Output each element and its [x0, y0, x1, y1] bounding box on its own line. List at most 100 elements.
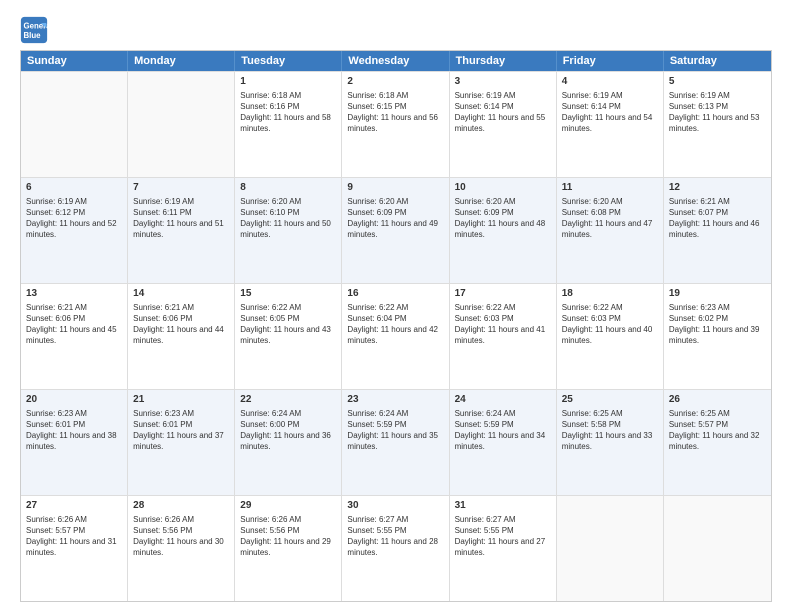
calendar-cell	[664, 496, 771, 601]
day-number: 5	[669, 75, 766, 89]
calendar-cell: 20Sunrise: 6:23 AMSunset: 6:01 PMDayligh…	[21, 390, 128, 495]
day-number: 26	[669, 393, 766, 407]
cell-details: Sunrise: 6:26 AMSunset: 5:56 PMDaylight:…	[240, 514, 336, 559]
calendar-week: 13Sunrise: 6:21 AMSunset: 6:06 PMDayligh…	[21, 283, 771, 389]
day-number: 10	[455, 181, 551, 195]
calendar-cell: 15Sunrise: 6:22 AMSunset: 6:05 PMDayligh…	[235, 284, 342, 389]
day-number: 8	[240, 181, 336, 195]
calendar-cell: 4Sunrise: 6:19 AMSunset: 6:14 PMDaylight…	[557, 72, 664, 177]
cell-details: Sunrise: 6:18 AMSunset: 6:15 PMDaylight:…	[347, 90, 443, 135]
cell-details: Sunrise: 6:20 AMSunset: 6:08 PMDaylight:…	[562, 196, 658, 241]
day-number: 17	[455, 287, 551, 301]
calendar-header-cell: Monday	[128, 51, 235, 71]
cell-details: Sunrise: 6:19 AMSunset: 6:14 PMDaylight:…	[562, 90, 658, 135]
calendar-cell: 16Sunrise: 6:22 AMSunset: 6:04 PMDayligh…	[342, 284, 449, 389]
calendar-week: 20Sunrise: 6:23 AMSunset: 6:01 PMDayligh…	[21, 389, 771, 495]
day-number: 29	[240, 499, 336, 513]
cell-details: Sunrise: 6:25 AMSunset: 5:58 PMDaylight:…	[562, 408, 658, 453]
calendar: SundayMondayTuesdayWednesdayThursdayFrid…	[20, 50, 772, 602]
calendar-cell: 25Sunrise: 6:25 AMSunset: 5:58 PMDayligh…	[557, 390, 664, 495]
day-number: 31	[455, 499, 551, 513]
cell-details: Sunrise: 6:19 AMSunset: 6:12 PMDaylight:…	[26, 196, 122, 241]
cell-details: Sunrise: 6:22 AMSunset: 6:03 PMDaylight:…	[455, 302, 551, 347]
calendar-cell: 2Sunrise: 6:18 AMSunset: 6:15 PMDaylight…	[342, 72, 449, 177]
calendar-cell: 7Sunrise: 6:19 AMSunset: 6:11 PMDaylight…	[128, 178, 235, 283]
day-number: 16	[347, 287, 443, 301]
cell-details: Sunrise: 6:26 AMSunset: 5:56 PMDaylight:…	[133, 514, 229, 559]
calendar-cell: 8Sunrise: 6:20 AMSunset: 6:10 PMDaylight…	[235, 178, 342, 283]
calendar-cell: 11Sunrise: 6:20 AMSunset: 6:08 PMDayligh…	[557, 178, 664, 283]
calendar-cell: 6Sunrise: 6:19 AMSunset: 6:12 PMDaylight…	[21, 178, 128, 283]
calendar-header-cell: Wednesday	[342, 51, 449, 71]
calendar-cell: 21Sunrise: 6:23 AMSunset: 6:01 PMDayligh…	[128, 390, 235, 495]
day-number: 23	[347, 393, 443, 407]
day-number: 4	[562, 75, 658, 89]
cell-details: Sunrise: 6:23 AMSunset: 6:01 PMDaylight:…	[133, 408, 229, 453]
calendar-cell: 30Sunrise: 6:27 AMSunset: 5:55 PMDayligh…	[342, 496, 449, 601]
cell-details: Sunrise: 6:21 AMSunset: 6:06 PMDaylight:…	[26, 302, 122, 347]
calendar-week: 6Sunrise: 6:19 AMSunset: 6:12 PMDaylight…	[21, 177, 771, 283]
calendar-cell: 19Sunrise: 6:23 AMSunset: 6:02 PMDayligh…	[664, 284, 771, 389]
calendar-header-row: SundayMondayTuesdayWednesdayThursdayFrid…	[21, 51, 771, 71]
cell-details: Sunrise: 6:19 AMSunset: 6:13 PMDaylight:…	[669, 90, 766, 135]
day-number: 14	[133, 287, 229, 301]
cell-details: Sunrise: 6:25 AMSunset: 5:57 PMDaylight:…	[669, 408, 766, 453]
day-number: 2	[347, 75, 443, 89]
calendar-cell	[557, 496, 664, 601]
day-number: 11	[562, 181, 658, 195]
calendar-cell: 24Sunrise: 6:24 AMSunset: 5:59 PMDayligh…	[450, 390, 557, 495]
cell-details: Sunrise: 6:24 AMSunset: 5:59 PMDaylight:…	[455, 408, 551, 453]
day-number: 28	[133, 499, 229, 513]
day-number: 30	[347, 499, 443, 513]
cell-details: Sunrise: 6:22 AMSunset: 6:03 PMDaylight:…	[562, 302, 658, 347]
day-number: 7	[133, 181, 229, 195]
day-number: 15	[240, 287, 336, 301]
calendar-cell: 26Sunrise: 6:25 AMSunset: 5:57 PMDayligh…	[664, 390, 771, 495]
page: General Blue SundayMondayTuesdayWednesda…	[0, 0, 792, 612]
calendar-cell: 9Sunrise: 6:20 AMSunset: 6:09 PMDaylight…	[342, 178, 449, 283]
svg-text:Blue: Blue	[24, 31, 42, 40]
cell-details: Sunrise: 6:23 AMSunset: 6:01 PMDaylight:…	[26, 408, 122, 453]
cell-details: Sunrise: 6:21 AMSunset: 6:07 PMDaylight:…	[669, 196, 766, 241]
day-number: 13	[26, 287, 122, 301]
day-number: 3	[455, 75, 551, 89]
cell-details: Sunrise: 6:19 AMSunset: 6:14 PMDaylight:…	[455, 90, 551, 135]
cell-details: Sunrise: 6:19 AMSunset: 6:11 PMDaylight:…	[133, 196, 229, 241]
calendar-cell: 10Sunrise: 6:20 AMSunset: 6:09 PMDayligh…	[450, 178, 557, 283]
cell-details: Sunrise: 6:21 AMSunset: 6:06 PMDaylight:…	[133, 302, 229, 347]
calendar-header-cell: Tuesday	[235, 51, 342, 71]
calendar-header-cell: Sunday	[21, 51, 128, 71]
day-number: 19	[669, 287, 766, 301]
logo-icon: General Blue	[20, 16, 48, 44]
calendar-cell: 5Sunrise: 6:19 AMSunset: 6:13 PMDaylight…	[664, 72, 771, 177]
day-number: 9	[347, 181, 443, 195]
calendar-cell: 31Sunrise: 6:27 AMSunset: 5:55 PMDayligh…	[450, 496, 557, 601]
calendar-cell: 12Sunrise: 6:21 AMSunset: 6:07 PMDayligh…	[664, 178, 771, 283]
calendar-cell: 28Sunrise: 6:26 AMSunset: 5:56 PMDayligh…	[128, 496, 235, 601]
cell-details: Sunrise: 6:22 AMSunset: 6:05 PMDaylight:…	[240, 302, 336, 347]
day-number: 6	[26, 181, 122, 195]
calendar-cell: 18Sunrise: 6:22 AMSunset: 6:03 PMDayligh…	[557, 284, 664, 389]
cell-details: Sunrise: 6:26 AMSunset: 5:57 PMDaylight:…	[26, 514, 122, 559]
calendar-cell: 29Sunrise: 6:26 AMSunset: 5:56 PMDayligh…	[235, 496, 342, 601]
calendar-cell	[21, 72, 128, 177]
day-number: 18	[562, 287, 658, 301]
cell-details: Sunrise: 6:24 AMSunset: 5:59 PMDaylight:…	[347, 408, 443, 453]
cell-details: Sunrise: 6:20 AMSunset: 6:10 PMDaylight:…	[240, 196, 336, 241]
calendar-week: 27Sunrise: 6:26 AMSunset: 5:57 PMDayligh…	[21, 495, 771, 601]
calendar-body: 1Sunrise: 6:18 AMSunset: 6:16 PMDaylight…	[21, 71, 771, 601]
calendar-cell: 27Sunrise: 6:26 AMSunset: 5:57 PMDayligh…	[21, 496, 128, 601]
calendar-header-cell: Saturday	[664, 51, 771, 71]
cell-details: Sunrise: 6:27 AMSunset: 5:55 PMDaylight:…	[347, 514, 443, 559]
calendar-header-cell: Friday	[557, 51, 664, 71]
calendar-cell: 3Sunrise: 6:19 AMSunset: 6:14 PMDaylight…	[450, 72, 557, 177]
day-number: 27	[26, 499, 122, 513]
cell-details: Sunrise: 6:18 AMSunset: 6:16 PMDaylight:…	[240, 90, 336, 135]
day-number: 21	[133, 393, 229, 407]
day-number: 20	[26, 393, 122, 407]
calendar-week: 1Sunrise: 6:18 AMSunset: 6:16 PMDaylight…	[21, 71, 771, 177]
cell-details: Sunrise: 6:20 AMSunset: 6:09 PMDaylight:…	[455, 196, 551, 241]
calendar-cell: 1Sunrise: 6:18 AMSunset: 6:16 PMDaylight…	[235, 72, 342, 177]
day-number: 25	[562, 393, 658, 407]
logo: General Blue	[20, 16, 52, 44]
